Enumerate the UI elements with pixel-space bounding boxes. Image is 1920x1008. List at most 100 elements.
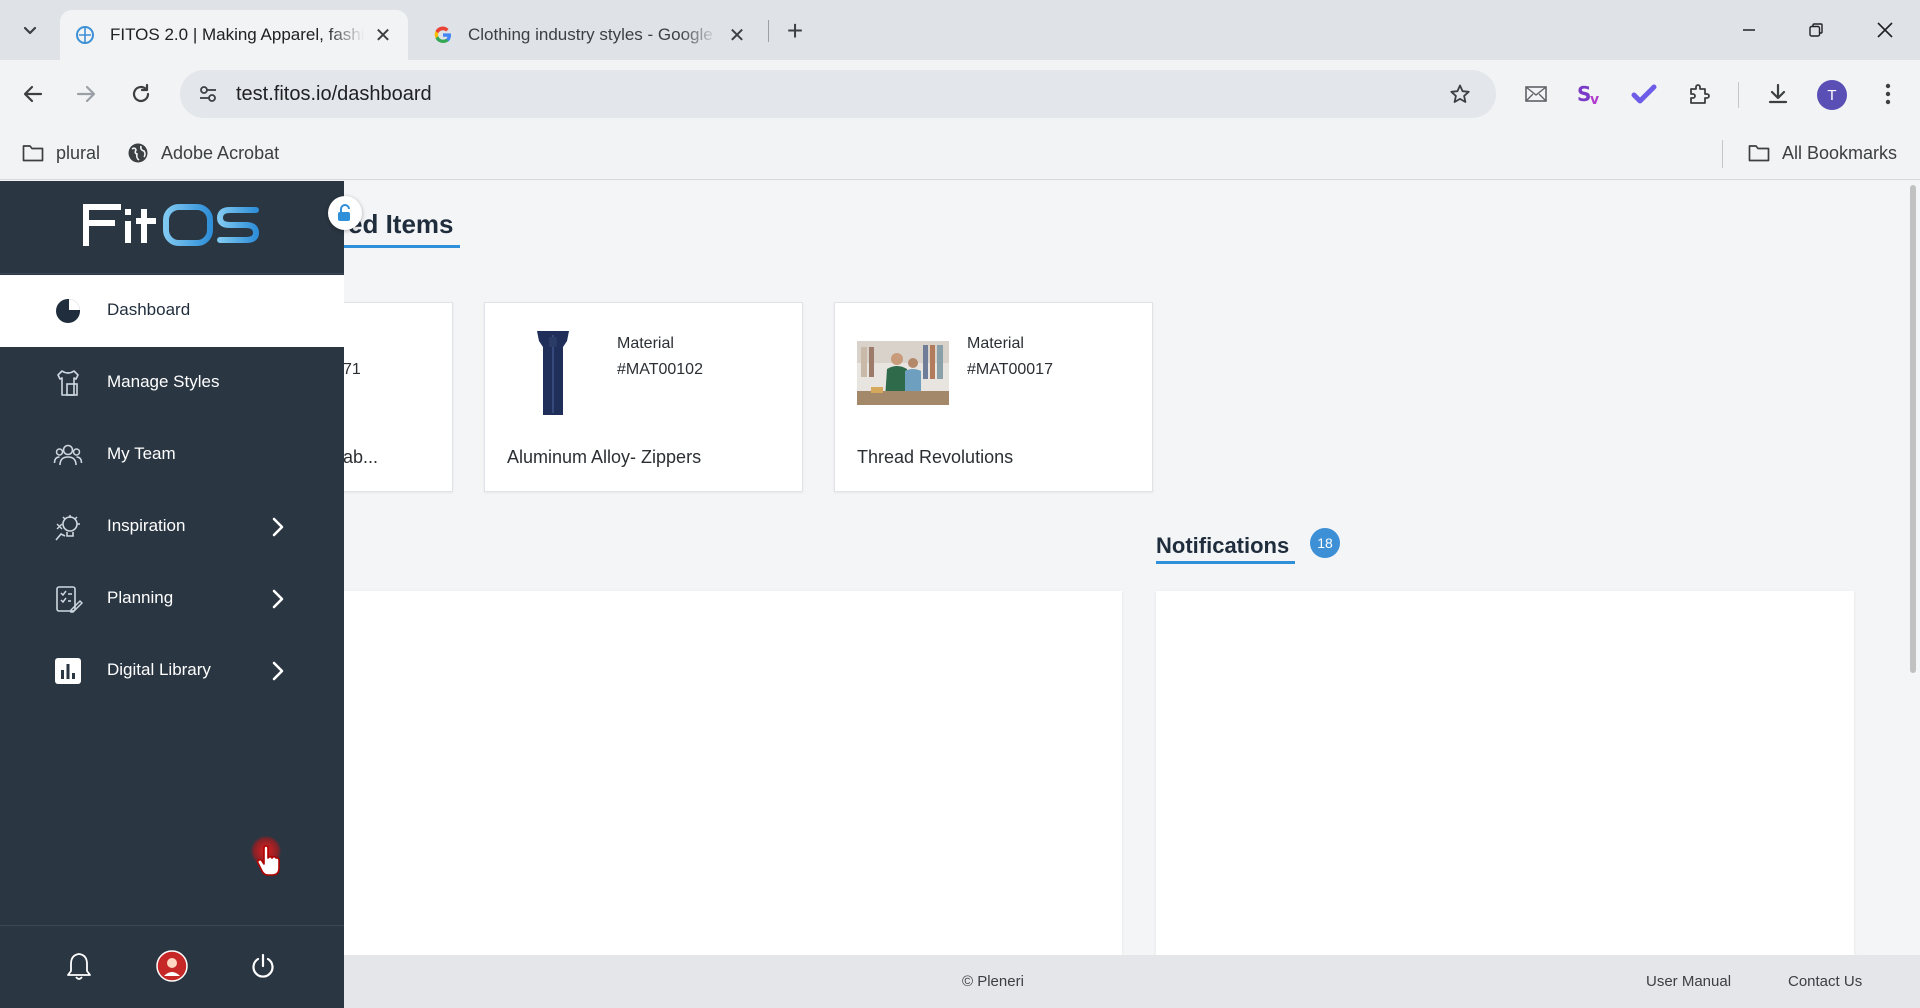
folder-icon [20,140,46,166]
featured-items-title: ed Items [348,209,454,239]
fitos-logo[interactable] [82,201,262,249]
title-underline [1156,561,1295,564]
title-underline [343,245,460,248]
tab-title: FITOS 2.0 | Making Apparel, fashion [110,25,364,44]
bookmark-adobe-acrobat[interactable]: Adobe Acrobat [125,140,279,166]
item-card[interactable]: Material #MAT00102 Aluminum Alloy- Zippe… [484,302,803,492]
scrollbar-thumb[interactable] [1910,185,1916,673]
restore-button[interactable] [1793,8,1839,52]
close-window-button[interactable] [1862,8,1908,52]
profile-avatar[interactable]: T [1817,80,1847,110]
close-tab-icon[interactable]: ✕ [372,24,394,47]
downloads-button[interactable] [1758,74,1798,114]
plus-icon: + [786,15,804,46]
browser-tab-strip: FITOS 2.0 | Making Apparel, fashion ✕ Cl… [0,0,1920,60]
notification-count-badge: 18 [1310,528,1340,558]
site-settings-icon[interactable] [194,80,222,108]
bookmarks-divider [1722,140,1723,168]
notifications-button[interactable] [59,946,99,986]
all-bookmarks-button[interactable]: All Bookmarks [1746,140,1897,166]
restore-icon [1809,23,1823,37]
tab-google-search[interactable]: Clothing industry styles - Google Search… [418,10,762,60]
minimize-button[interactable] [1726,8,1772,52]
planning-icon [52,583,84,615]
user-manual-link[interactable]: User Manual [1646,973,1731,990]
chevron-right-icon[interactable] [266,587,290,611]
chevron-right-icon[interactable] [266,659,290,683]
bookmark-label: Adobe Acrobat [161,142,280,163]
item-code: #MAT00102 [617,361,703,378]
contact-us-link[interactable]: Contact Us [1788,973,1862,990]
dashboard-panel [330,591,1122,971]
page-viewport: ed Items 71 ab... Material #MAT00102 Alu… [0,181,1920,1008]
bookmark-plural[interactable]: plural [20,140,100,166]
sidebar-item-label: Manage Styles [107,372,220,391]
reload-icon [132,83,150,103]
styles-icon [52,367,84,399]
sidebar-collapse-button[interactable] [328,196,362,230]
sidebar-item-planning[interactable]: Planning [0,563,344,635]
back-button[interactable] [13,74,53,114]
sidebar-item-digital-library[interactable]: Digital Library [0,635,344,707]
url-text[interactable]: test.fitos.io/dashboard [236,83,432,106]
bookmark-star-icon[interactable] [1446,80,1474,108]
item-name: Thread Revolutions [857,447,1014,467]
sidebar-item-dashboard[interactable]: Dashboard [0,275,344,347]
browser-menu-button[interactable] [1868,74,1908,114]
logo-area [0,181,344,274]
tab-divider [768,20,769,42]
sidebar-item-label: My Team [107,444,176,463]
arrow-right-icon [76,85,96,103]
user-avatar-button[interactable] [152,946,192,986]
arrow-left-icon [23,85,43,103]
chevron-right-icon[interactable] [266,515,290,539]
copyright-text: © Pleneri [962,973,1024,990]
new-tab-button[interactable]: + [778,14,812,48]
sidebar: Dashboard Manage Styles My Team Inspirat… [0,181,362,1008]
globe-icon [125,140,151,166]
sidebar-item-my-team[interactable]: My Team [0,419,344,491]
unlock-icon [338,204,350,221]
item-name: ab... [343,447,379,467]
forward-button[interactable] [66,74,106,114]
browser-toolbar: test.fitos.io/dashboard Sv T [0,60,1920,128]
item-name: Aluminum Alloy- Zippers [507,447,702,467]
sidebar-item-inspiration[interactable]: Inspiration [0,491,344,563]
item-card[interactable]: Material #MAT00017 Thread Revolutions [834,302,1153,492]
sidebar-item-label: Inspiration [107,516,186,535]
sidebar-item-label: Dashboard [107,300,191,319]
check-extension-icon[interactable] [1624,74,1664,114]
reload-button[interactable] [121,74,161,114]
page-scrollbar[interactable] [1908,181,1918,673]
mail-extension-icon[interactable] [1516,74,1556,114]
bookmark-label: plural [56,142,101,163]
inspiration-icon [52,511,84,543]
logout-button[interactable] [243,946,283,986]
item-code: 71 [343,361,361,378]
thread-photo-thumbnail [857,327,949,419]
hand-cursor-icon [256,845,280,876]
item-category: Material [967,335,1024,352]
notifications-panel [1156,591,1854,971]
notifications-title: Notifications [1156,533,1290,558]
close-icon [1877,22,1893,38]
all-bookmarks-label: All Bookmarks [1782,142,1898,163]
avatar [156,950,188,982]
tab-search-button[interactable] [12,15,48,45]
sidebar-item-manage-styles[interactable]: Manage Styles [0,347,344,419]
toolbar-divider [1738,82,1739,108]
bar-chart-icon [52,655,84,687]
fitos-icon [74,24,96,46]
sidebar-item-label: Digital Library [107,660,211,679]
bookmarks-bar: plural Adobe Acrobat All Bookmarks [0,128,1920,180]
sv-extension-icon[interactable]: Sv [1570,74,1610,114]
kebab-menu-icon [1885,83,1891,105]
power-icon [252,953,274,978]
bell-icon [67,953,91,980]
address-bar[interactable]: test.fitos.io/dashboard [180,70,1496,118]
tab-fitos[interactable]: FITOS 2.0 | Making Apparel, fashion ✕ [60,10,408,60]
download-icon [1768,83,1788,104]
extensions-puzzle-icon[interactable] [1679,74,1719,114]
tab-title: Clothing industry styles - Google Search [468,25,718,44]
close-tab-icon[interactable]: ✕ [726,24,748,47]
